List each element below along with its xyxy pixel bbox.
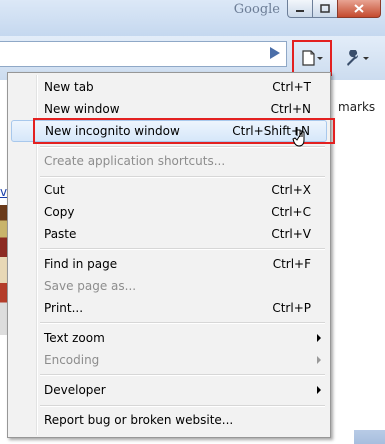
menu-item-shortcut: Ctrl+X bbox=[271, 183, 311, 197]
menu-item-label: Text zoom bbox=[44, 331, 105, 345]
menu-item-text-zoom[interactable]: Text zoom bbox=[11, 327, 327, 349]
close-icon bbox=[354, 4, 364, 13]
menu-item-save-page-as: Save page as... bbox=[11, 275, 327, 297]
menu-item-label: Report bug or broken website... bbox=[44, 413, 234, 427]
menu-separator bbox=[40, 248, 325, 250]
close-button[interactable] bbox=[337, 0, 381, 18]
menu-item-shortcut: Ctrl+F bbox=[272, 257, 311, 271]
menu-item-shortcut: Ctrl+N bbox=[270, 102, 311, 116]
menu-item-label: New tab bbox=[44, 80, 94, 94]
minimize-icon bbox=[296, 9, 304, 12]
mouse-cursor-icon bbox=[292, 127, 305, 147]
menu-item-new-window[interactable]: New window Ctrl+N bbox=[11, 98, 327, 120]
menu-item-label: New window bbox=[44, 102, 120, 116]
maximize-icon bbox=[320, 4, 330, 13]
menu-separator bbox=[40, 374, 325, 376]
page-right-area bbox=[340, 80, 385, 444]
wrench-icon bbox=[347, 50, 369, 66]
menu-item-encoding: Encoding bbox=[11, 349, 327, 371]
menu-item-label: Save page as... bbox=[44, 279, 137, 293]
menu-item-cut[interactable]: Cut Ctrl+X bbox=[11, 179, 327, 201]
menu-separator bbox=[40, 322, 325, 324]
menu-item-label: Create application shortcuts... bbox=[44, 154, 226, 168]
page-menu-annotation-box bbox=[292, 40, 332, 76]
menu-item-label: Encoding bbox=[44, 353, 100, 367]
menu-item-label: Find in page bbox=[44, 257, 118, 271]
menu-item-report-bug[interactable]: Report bug or broken website... bbox=[11, 409, 327, 431]
menu-separator bbox=[40, 405, 325, 407]
menu-item-shortcut: Ctrl+T bbox=[272, 80, 311, 94]
menu-item-copy[interactable]: Copy Ctrl+C bbox=[11, 201, 327, 223]
menu-item-shortcut: Ctrl+P bbox=[272, 301, 311, 315]
menu-item-shortcut: Ctrl+V bbox=[271, 227, 311, 241]
menu-item-label: Paste bbox=[44, 227, 77, 241]
menu-item-label: Copy bbox=[44, 205, 75, 219]
window-frame-corner bbox=[354, 430, 385, 444]
window-brand: Google bbox=[233, 2, 280, 17]
minimize-button[interactable] bbox=[287, 0, 313, 18]
submenu-arrow-icon bbox=[317, 386, 321, 394]
maximize-button[interactable] bbox=[312, 0, 338, 18]
menu-item-shortcut: Ctrl+C bbox=[271, 205, 311, 219]
menu-item-print[interactable]: Print... Ctrl+P bbox=[11, 297, 327, 319]
incognito-annotation-box bbox=[33, 118, 335, 144]
play-arrow-icon[interactable] bbox=[270, 47, 280, 59]
menu-item-paste[interactable]: Paste Ctrl+V bbox=[11, 223, 327, 245]
menu-item-new-tab[interactable]: New tab Ctrl+T bbox=[11, 76, 327, 98]
menu-item-developer[interactable]: Developer bbox=[11, 379, 327, 401]
tools-menu-button[interactable] bbox=[340, 44, 374, 72]
menu-item-label: Cut bbox=[44, 183, 65, 197]
menu-separator bbox=[40, 146, 325, 148]
menu-item-label: Developer bbox=[44, 383, 106, 397]
address-bar[interactable] bbox=[0, 41, 287, 67]
submenu-arrow-icon bbox=[317, 356, 321, 364]
menu-separator bbox=[40, 176, 325, 178]
menu-item-find-in-page[interactable]: Find in page Ctrl+F bbox=[11, 253, 327, 275]
menu-item-create-application-shortcuts: Create application shortcuts... bbox=[11, 150, 327, 172]
submenu-arrow-icon bbox=[317, 334, 321, 342]
menu-item-label: Print... bbox=[44, 301, 84, 315]
bookmarks-bar-label[interactable]: marks bbox=[338, 100, 375, 114]
